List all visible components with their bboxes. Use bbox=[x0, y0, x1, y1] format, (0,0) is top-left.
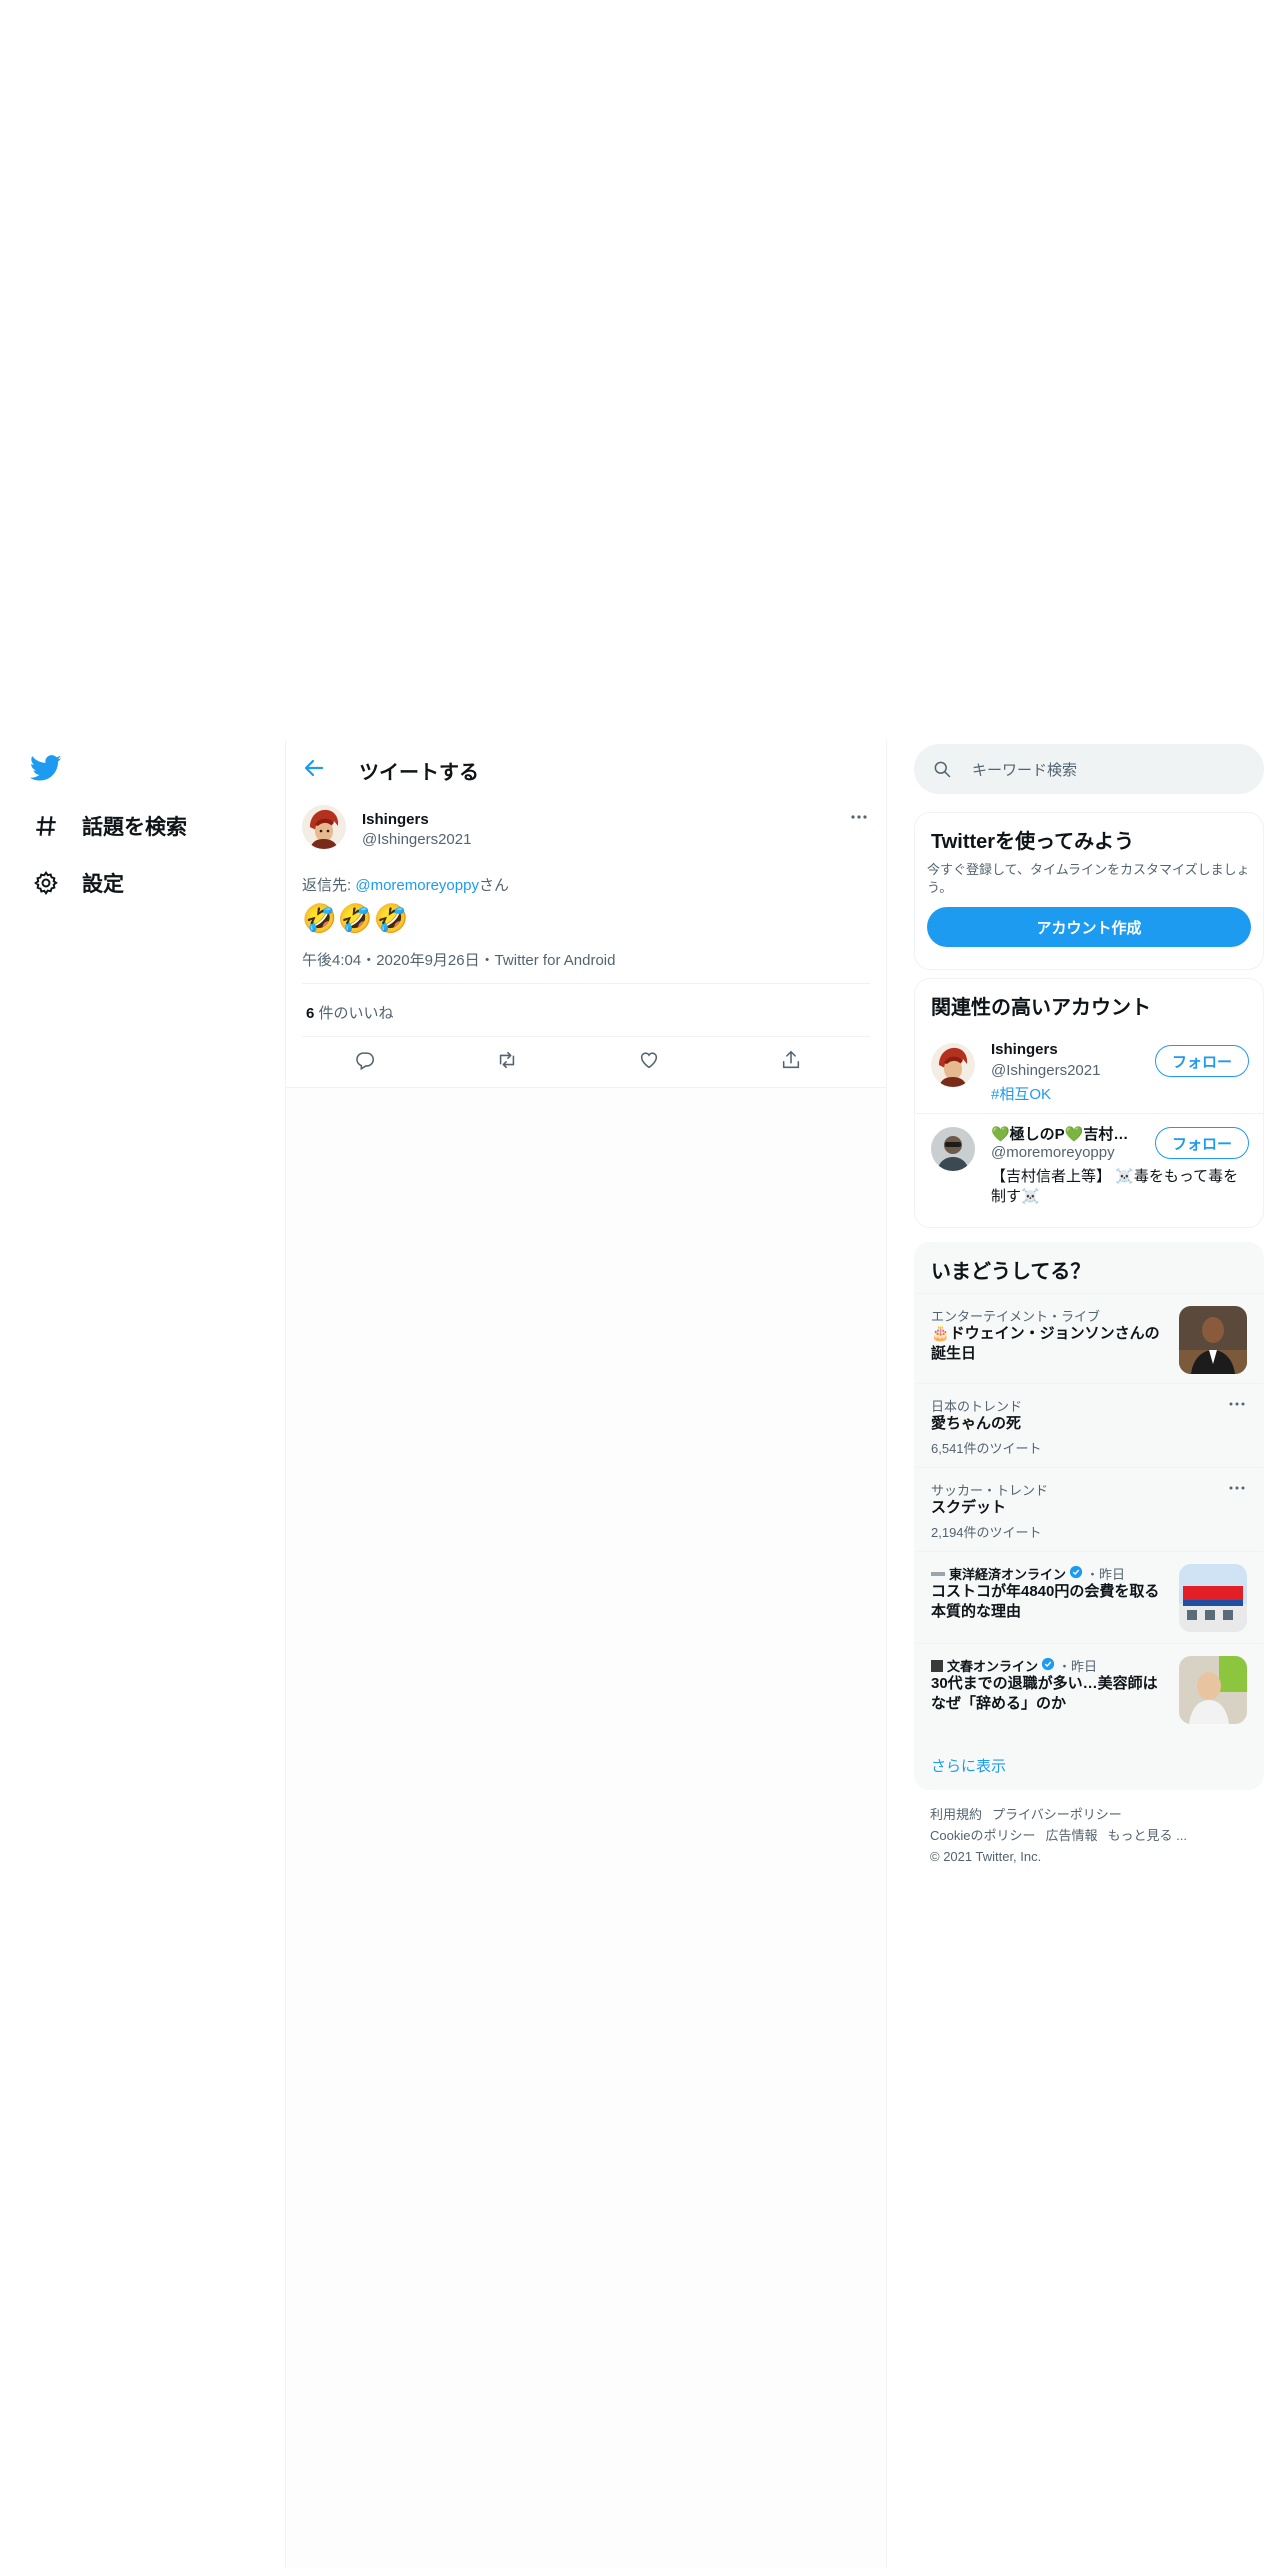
nav-item-settings[interactable]: 設定 bbox=[32, 863, 124, 903]
trend-count: 2,194件のツイート bbox=[931, 1525, 1042, 1540]
follow-button[interactable]: フォロー bbox=[1155, 1127, 1249, 1159]
trend-item[interactable]: サッカー・トレンド スクデット 2,194件のツイート bbox=[915, 1467, 1263, 1552]
news-time: ・昨日 bbox=[1086, 1567, 1126, 1582]
source-logo-icon bbox=[931, 1659, 943, 1672]
more-options-icon[interactable] bbox=[1227, 1396, 1247, 1412]
news-source-line: 文春オンライン ・昨日 bbox=[931, 1656, 1097, 1675]
avatar[interactable] bbox=[931, 1043, 975, 1087]
footer-link-ads[interactable]: 広告情報 bbox=[1045, 1828, 1097, 1843]
footer-link-cookies[interactable]: Cookieのポリシー bbox=[930, 1828, 1035, 1843]
related-title: 関連性の高いアカウント bbox=[931, 997, 1151, 1019]
tweet-author-handle[interactable]: @Ishingers2021 bbox=[362, 831, 471, 848]
trend-context: エンターテイメント・ライブ bbox=[931, 1309, 1101, 1324]
verified-badge-icon bbox=[1069, 1565, 1083, 1582]
create-account-button[interactable]: アカウント作成 bbox=[927, 907, 1251, 947]
divider bbox=[915, 1113, 1263, 1114]
trend-context: サッカー・トレンド bbox=[931, 1483, 1049, 1498]
footer-link-privacy[interactable]: プライバシーポリシー bbox=[992, 1807, 1122, 1822]
news-item[interactable]: 東洋経済オンライン ・昨日 コストコが年4840円の会費を取る本質的な理由 bbox=[915, 1551, 1263, 1644]
account-name: Ishingers bbox=[991, 1041, 1058, 1058]
trend-context: 日本のトレンド bbox=[931, 1399, 1023, 1414]
signup-description: 今すぐ登録して、タイムラインをカスタマイズしましょう。 bbox=[927, 862, 1250, 895]
share-icon[interactable] bbox=[780, 1049, 806, 1075]
signup-title: Twitterを使ってみよう bbox=[931, 831, 1135, 853]
tweet-timestamp[interactable]: 午後4:04・2020年9月26日・Twitter for Android bbox=[302, 949, 615, 970]
reply-prefix: 返信先: bbox=[302, 877, 356, 894]
news-title: 30代までの退職が多い…美容師はなぜ「辞める」のか bbox=[931, 1675, 1158, 1712]
reply-to-line: 返信先: @moremoreyoppyさん bbox=[302, 874, 509, 895]
trend-title: 🎂ドウェイン・ジョンソンさんの誕生日 bbox=[931, 1325, 1160, 1362]
divider bbox=[302, 983, 870, 984]
avatar[interactable] bbox=[931, 1127, 975, 1171]
trend-count: 6,541件のツイート bbox=[931, 1441, 1042, 1456]
gear-icon bbox=[32, 869, 60, 897]
signup-card: Twitterを使ってみよう 今すぐ登録して、タイムラインをカスタマイズしましょ… bbox=[914, 812, 1264, 970]
copyright: © 2021 Twitter, Inc. bbox=[930, 1849, 1042, 1864]
trend-item[interactable]: 日本のトレンド 愛ちゃんの死 6,541件のツイート bbox=[915, 1383, 1263, 1468]
reply-icon[interactable] bbox=[354, 1049, 380, 1075]
search-icon bbox=[932, 759, 952, 779]
source-logo-icon bbox=[931, 1571, 945, 1576]
more-options-icon[interactable] bbox=[1227, 1480, 1247, 1496]
divider bbox=[302, 1036, 870, 1037]
reply-user-link[interactable]: @moremoreyoppy bbox=[355, 877, 479, 894]
tweet-author-name[interactable]: Ishingers bbox=[362, 811, 429, 828]
trends-card: いまどうしてる？ エンターテイメント・ライブ 🎂ドウェイン・ジョンソンさんの誕生… bbox=[914, 1242, 1264, 1790]
back-arrow-icon[interactable] bbox=[302, 756, 328, 782]
account-row[interactable]: 💚極しのP💚吉村信者上等 @moremoreyoppy 【吉村信者上等】 ☠️毒… bbox=[915, 1113, 1263, 1227]
footer: 利用規約 プライバシーポリシー Cookieのポリシー 広告情報 もっと見る ... … bbox=[930, 1804, 1250, 1867]
trend-thumbnail bbox=[1179, 1306, 1247, 1374]
related-accounts-card: 関連性の高いアカウント Ishingers @Ishingers2021 #相互… bbox=[914, 978, 1264, 1228]
news-thumbnail bbox=[1179, 1656, 1247, 1724]
footer-link-more[interactable]: もっと見る ... bbox=[1107, 1828, 1186, 1843]
trend-title: スクデット bbox=[931, 1499, 1007, 1516]
column-header: ツイートする bbox=[286, 740, 886, 798]
account-bio-hashtag[interactable]: #相互OK bbox=[991, 1085, 1251, 1105]
reply-suffix: さん bbox=[478, 877, 509, 894]
like-heart-icon[interactable] bbox=[638, 1049, 664, 1075]
account-handle: @moremoreyoppy bbox=[991, 1144, 1115, 1161]
follow-button[interactable]: フォロー bbox=[1155, 1045, 1249, 1077]
show-more-link[interactable]: さらに表示 bbox=[931, 1755, 1006, 1776]
hashtag-icon bbox=[32, 812, 60, 840]
trends-title: いまどうしてる？ bbox=[931, 1261, 1091, 1283]
account-row[interactable]: Ishingers @Ishingers2021 #相互OK フォロー bbox=[915, 1037, 1263, 1113]
page-title: ツイートする bbox=[359, 762, 479, 784]
nav-label: 話題を検索 bbox=[82, 816, 187, 839]
more-options-icon[interactable] bbox=[846, 807, 872, 827]
trend-title: 愛ちゃんの死 bbox=[931, 1415, 1022, 1432]
account-bio: 【吉村信者上等】 ☠️毒をもって毒を制す☠️ bbox=[991, 1168, 1239, 1205]
account-handle: @Ishingers2021 bbox=[991, 1062, 1101, 1079]
account-name: 💚極しのP💚吉村信者上等 bbox=[991, 1126, 1131, 1143]
news-source: 東洋経済オンライン bbox=[949, 1567, 1067, 1582]
footer-link-terms[interactable]: 利用規約 bbox=[930, 1807, 982, 1822]
news-source: 文春オンライン bbox=[947, 1659, 1039, 1674]
footer-row: Cookieのポリシー 広告情報 もっと見る ... bbox=[930, 1825, 1250, 1846]
page: 話題を検索 設定 ツイートする Ishingers @Ishingers2021… bbox=[0, 0, 1284, 2568]
likes-count-link[interactable]: 6 件のいいね bbox=[306, 1002, 394, 1023]
tweet-text: 🤣🤣🤣 bbox=[302, 903, 410, 934]
nav-label: 設定 bbox=[82, 873, 124, 896]
avatar[interactable] bbox=[302, 805, 346, 849]
news-item[interactable]: 文春オンライン ・昨日 30代までの退職が多い…美容師はなぜ「辞める」のか bbox=[915, 1643, 1263, 1736]
footer-row: 利用規約 プライバシーポリシー bbox=[930, 1804, 1250, 1825]
news-source-line: 東洋経済オンライン ・昨日 bbox=[931, 1564, 1125, 1583]
twitter-logo-icon[interactable] bbox=[29, 752, 62, 784]
search-input[interactable] bbox=[970, 757, 1244, 783]
news-thumbnail bbox=[1179, 1564, 1247, 1632]
tweet-detail: Ishingers @Ishingers2021 返信先: @moremorey… bbox=[286, 797, 886, 1088]
main-column: ツイートする Ishingers @Ishingers2021 返信先: @mo… bbox=[285, 740, 887, 2568]
news-title: コストコが年4840円の会費を取る本質的な理由 bbox=[931, 1583, 1160, 1620]
news-time: ・昨日 bbox=[1058, 1659, 1098, 1674]
likes-label: 件のいいね bbox=[314, 1005, 394, 1022]
retweet-icon[interactable] bbox=[496, 1049, 522, 1075]
verified-badge-icon bbox=[1041, 1657, 1055, 1674]
nav-item-explore[interactable]: 話題を検索 bbox=[32, 806, 187, 846]
search-box[interactable] bbox=[914, 744, 1264, 794]
trend-item[interactable]: エンターテイメント・ライブ 🎂ドウェイン・ジョンソンさんの誕生日 bbox=[915, 1293, 1263, 1384]
